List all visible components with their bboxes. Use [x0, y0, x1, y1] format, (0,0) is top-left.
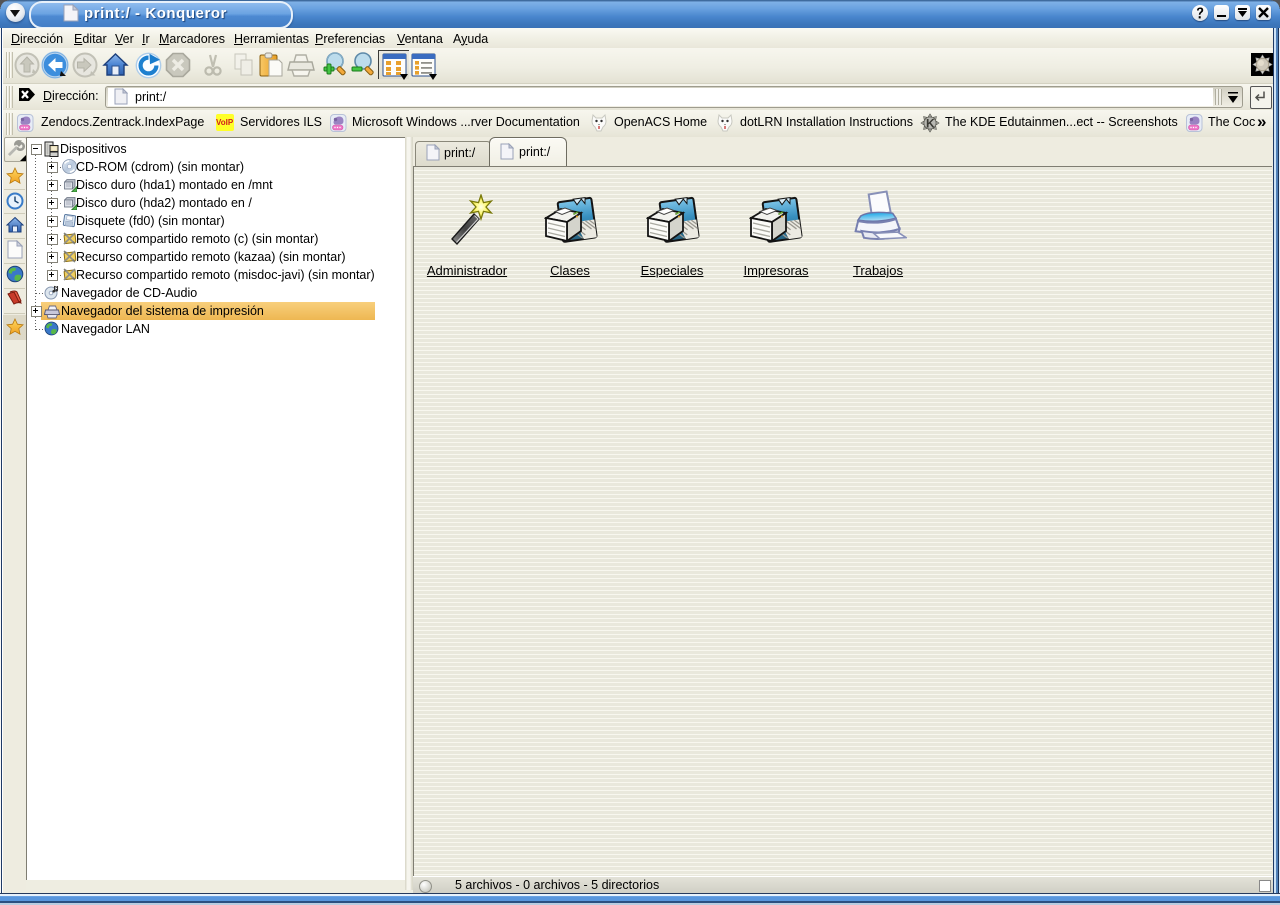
- svg-text:K: K: [926, 117, 935, 131]
